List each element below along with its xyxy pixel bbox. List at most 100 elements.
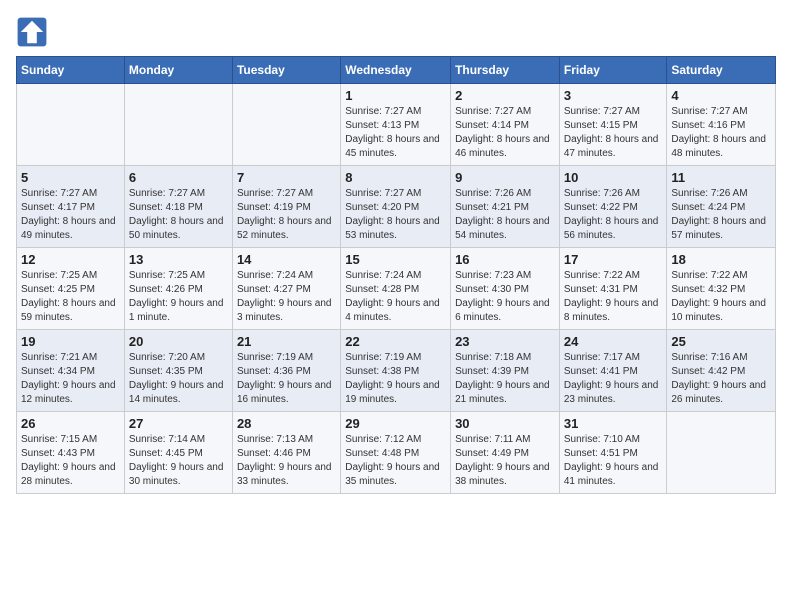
- day-info: Sunrise: 7:27 AMSunset: 4:14 PMDaylight:…: [455, 105, 555, 161]
- day-info: Sunrise: 7:27 AMSunset: 4:18 PMDaylight:…: [129, 187, 228, 243]
- day-info: Sunrise: 7:27 AMSunset: 4:16 PMDaylight:…: [671, 105, 771, 161]
- day-info: Sunrise: 7:17 AMSunset: 4:41 PMDaylight:…: [564, 351, 663, 407]
- day-header-sunday: Sunday: [17, 57, 125, 84]
- day-number: 4: [671, 88, 771, 103]
- day-cell: 21Sunrise: 7:19 AMSunset: 4:36 PMDayligh…: [232, 330, 340, 412]
- day-info: Sunrise: 7:25 AMSunset: 4:26 PMDaylight:…: [129, 269, 228, 325]
- day-cell: 17 Sunrise: 7:22 AMSunset: 4:31 PMDayligh…: [559, 248, 667, 330]
- day-info: Sunrise: 7:24 AMSunset: 4:27 PMDaylight:…: [237, 269, 336, 325]
- day-number: 23: [455, 334, 555, 349]
- day-cell: 4 Sunrise: 7:27 AMSunset: 4:16 PMDaylight…: [667, 84, 776, 166]
- day-cell: 5 Sunrise: 7:27 AMSunset: 4:17 PMDaylight…: [17, 166, 125, 248]
- day-info: Sunrise: 7:25 AMSunset: 4:25 PMDaylight:…: [21, 269, 120, 325]
- day-cell: 16 Sunrise: 7:23 AMSunset: 4:30 PMDayligh…: [451, 248, 560, 330]
- day-cell: 19 Sunrise: 7:21 AMSunset: 4:34 PMDayligh…: [17, 330, 125, 412]
- days-header-row: SundayMondayTuesdayWednesdayThursdayFrid…: [17, 57, 776, 84]
- day-header-friday: Friday: [559, 57, 667, 84]
- day-header-tuesday: Tuesday: [232, 57, 340, 84]
- day-number: 10: [564, 170, 663, 185]
- day-header-wednesday: Wednesday: [341, 57, 451, 84]
- page-header: [16, 16, 776, 48]
- day-cell: 22 Sunrise: 7:19 AMSunset: 4:38 PMDayligh…: [341, 330, 451, 412]
- day-cell: 9Sunrise: 7:26 AMSunset: 4:21 PMDaylight…: [451, 166, 560, 248]
- week-row-1: 1 Sunrise: 7:27 AMSunset: 4:13 PMDaylight…: [17, 84, 776, 166]
- day-info: Sunrise: 7:27 AMSunset: 4:20 PMDaylight:…: [345, 187, 446, 243]
- day-info: Sunrise: 7:22 AMSunset: 4:32 PMDaylight:…: [671, 269, 771, 325]
- day-number: 6: [129, 170, 228, 185]
- day-number: 25: [671, 334, 771, 349]
- day-number: 15: [345, 252, 446, 267]
- day-cell: 23 Sunrise: 7:18 AMSunset: 4:39 PMDayligh…: [451, 330, 560, 412]
- day-cell: 20 Sunrise: 7:20 AMSunset: 4:35 PMDayligh…: [124, 330, 232, 412]
- day-number: 2: [455, 88, 555, 103]
- day-header-monday: Monday: [124, 57, 232, 84]
- day-cell: 10 Sunrise: 7:26 AMSunset: 4:22 PMDayligh…: [559, 166, 667, 248]
- day-number: 16: [455, 252, 555, 267]
- day-number: 29: [345, 416, 446, 431]
- week-row-2: 5 Sunrise: 7:27 AMSunset: 4:17 PMDaylight…: [17, 166, 776, 248]
- day-number: 26: [21, 416, 120, 431]
- day-number: 11: [671, 170, 771, 185]
- logo-icon: [16, 16, 48, 48]
- day-info: Sunrise: 7:15 AMSunset: 4:43 PMDaylight:…: [21, 433, 120, 489]
- day-number: 21: [237, 334, 336, 349]
- week-row-4: 19 Sunrise: 7:21 AMSunset: 4:34 PMDayligh…: [17, 330, 776, 412]
- day-number: 30: [455, 416, 555, 431]
- day-cell: 29 Sunrise: 7:12 AMSunset: 4:48 PMDayligh…: [341, 412, 451, 494]
- day-cell: 11 Sunrise: 7:26 AMSunset: 4:24 PMDayligh…: [667, 166, 776, 248]
- day-number: 20: [129, 334, 228, 349]
- logo: [16, 16, 52, 48]
- day-info: Sunrise: 7:21 AMSunset: 4:34 PMDaylight:…: [21, 351, 120, 407]
- day-info: Sunrise: 7:26 AMSunset: 4:22 PMDaylight:…: [564, 187, 663, 243]
- day-info: Sunrise: 7:13 AMSunset: 4:46 PMDaylight:…: [237, 433, 336, 489]
- week-row-3: 12 Sunrise: 7:25 AMSunset: 4:25 PMDayligh…: [17, 248, 776, 330]
- day-cell: 27Sunrise: 7:14 AMSunset: 4:45 PMDayligh…: [124, 412, 232, 494]
- day-number: 22: [345, 334, 446, 349]
- day-info: Sunrise: 7:14 AMSunset: 4:45 PMDaylight:…: [129, 433, 228, 489]
- day-number: 17: [564, 252, 663, 267]
- day-info: Sunrise: 7:23 AMSunset: 4:30 PMDaylight:…: [455, 269, 555, 325]
- day-number: 5: [21, 170, 120, 185]
- week-row-5: 26 Sunrise: 7:15 AMSunset: 4:43 PMDayligh…: [17, 412, 776, 494]
- day-cell: [17, 84, 125, 166]
- day-cell: 8Sunrise: 7:27 AMSunset: 4:20 PMDaylight…: [341, 166, 451, 248]
- day-cell: 24 Sunrise: 7:17 AMSunset: 4:41 PMDayligh…: [559, 330, 667, 412]
- day-number: 19: [21, 334, 120, 349]
- day-info: Sunrise: 7:18 AMSunset: 4:39 PMDaylight:…: [455, 351, 555, 407]
- day-number: 28: [237, 416, 336, 431]
- day-info: Sunrise: 7:24 AMSunset: 4:28 PMDaylight:…: [345, 269, 446, 325]
- day-cell: 30 Sunrise: 7:11 AMSunset: 4:49 PMDayligh…: [451, 412, 560, 494]
- day-info: Sunrise: 7:11 AMSunset: 4:49 PMDaylight:…: [455, 433, 555, 489]
- day-cell: 14Sunrise: 7:24 AMSunset: 4:27 PMDayligh…: [232, 248, 340, 330]
- day-info: Sunrise: 7:26 AMSunset: 4:24 PMDaylight:…: [671, 187, 771, 243]
- day-cell: 26 Sunrise: 7:15 AMSunset: 4:43 PMDayligh…: [17, 412, 125, 494]
- day-number: 7: [237, 170, 336, 185]
- day-info: Sunrise: 7:22 AMSunset: 4:31 PMDaylight:…: [564, 269, 663, 325]
- day-cell: 7Sunrise: 7:27 AMSunset: 4:19 PMDaylight…: [232, 166, 340, 248]
- day-cell: 2 Sunrise: 7:27 AMSunset: 4:14 PMDaylight…: [451, 84, 560, 166]
- day-cell: 12 Sunrise: 7:25 AMSunset: 4:25 PMDayligh…: [17, 248, 125, 330]
- day-cell: 6 Sunrise: 7:27 AMSunset: 4:18 PMDaylight…: [124, 166, 232, 248]
- day-info: Sunrise: 7:19 AMSunset: 4:38 PMDaylight:…: [345, 351, 446, 407]
- day-info: Sunrise: 7:27 AMSunset: 4:17 PMDaylight:…: [21, 187, 120, 243]
- day-header-saturday: Saturday: [667, 57, 776, 84]
- calendar-table: SundayMondayTuesdayWednesdayThursdayFrid…: [16, 56, 776, 494]
- day-number: 1: [345, 88, 446, 103]
- day-number: 3: [564, 88, 663, 103]
- day-number: 24: [564, 334, 663, 349]
- day-number: 13: [129, 252, 228, 267]
- day-cell: 1 Sunrise: 7:27 AMSunset: 4:13 PMDaylight…: [341, 84, 451, 166]
- day-cell: 18 Sunrise: 7:22 AMSunset: 4:32 PMDayligh…: [667, 248, 776, 330]
- day-info: Sunrise: 7:27 AMSunset: 4:13 PMDaylight:…: [345, 105, 446, 161]
- day-number: 31: [564, 416, 663, 431]
- day-cell: 3Sunrise: 7:27 AMSunset: 4:15 PMDaylight…: [559, 84, 667, 166]
- day-info: Sunrise: 7:26 AMSunset: 4:21 PMDaylight:…: [455, 187, 555, 243]
- day-number: 12: [21, 252, 120, 267]
- day-header-thursday: Thursday: [451, 57, 560, 84]
- day-info: Sunrise: 7:12 AMSunset: 4:48 PMDaylight:…: [345, 433, 446, 489]
- day-cell: 28 Sunrise: 7:13 AMSunset: 4:46 PMDayligh…: [232, 412, 340, 494]
- day-number: 18: [671, 252, 771, 267]
- day-info: Sunrise: 7:20 AMSunset: 4:35 PMDaylight:…: [129, 351, 228, 407]
- day-cell: [667, 412, 776, 494]
- day-cell: [124, 84, 232, 166]
